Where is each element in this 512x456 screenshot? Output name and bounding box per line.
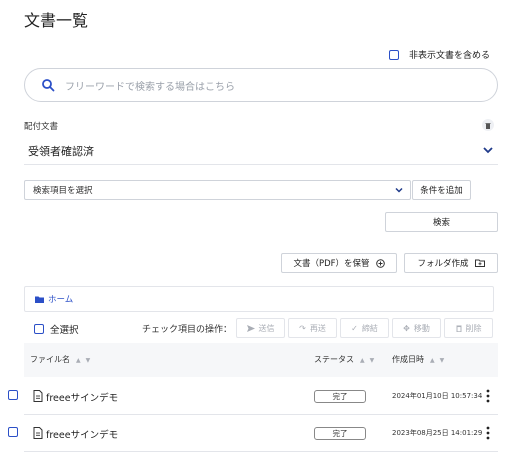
document-icon: [33, 427, 43, 439]
table-row[interactable]: freeeサインデモ 完了 2024年01月10日 10:57:34: [0, 378, 512, 414]
send-icon: [246, 324, 255, 332]
col-created-label: 作成日時: [392, 355, 424, 364]
col-filename-label: ファイル名: [30, 355, 70, 364]
conclude-button[interactable]: ✓ 締結: [340, 318, 389, 338]
status-filter-value[interactable]: 受領者確認済: [28, 143, 94, 159]
folder-plus-icon: [474, 259, 485, 267]
sort-icon[interactable]: ▲▼: [76, 357, 95, 364]
col-status-label: ステータス: [314, 355, 354, 364]
col-filename[interactable]: ファイル名 ▲▼: [30, 354, 95, 365]
more-vert-icon[interactable]: [485, 388, 491, 404]
chevron-down-icon[interactable]: [482, 144, 494, 156]
distributed-docs-label: 配付文書: [24, 122, 59, 132]
chevron-down-icon: [395, 187, 403, 193]
move-icon: ✥: [403, 323, 410, 333]
resend-label: 再送: [309, 323, 326, 333]
breadcrumb: ホーム: [24, 286, 494, 312]
checkbox-icon[interactable]: [34, 324, 44, 334]
file-name[interactable]: freeeサインデモ: [46, 390, 118, 404]
delete-button[interactable]: 削除: [444, 318, 493, 338]
row-checkbox[interactable]: [8, 427, 18, 437]
table-header: ファイル名 ▲▼ ステータス ▲▼ 作成日時 ▲▼: [24, 343, 498, 377]
col-status[interactable]: ステータス ▲▼: [314, 354, 379, 365]
search-button[interactable]: 検索: [385, 212, 498, 232]
save-pdf-button[interactable]: 文書（PDF）を保管: [281, 253, 397, 273]
create-folder-label: フォルダ作成: [417, 259, 469, 269]
search-input[interactable]: フリーワードで検索する場合はこちら: [24, 68, 498, 102]
send-button[interactable]: 送信: [236, 318, 285, 338]
breadcrumb-home[interactable]: ホーム: [48, 293, 73, 305]
conclude-label: 締結: [361, 323, 378, 333]
move-label: 移動: [413, 323, 430, 333]
status-badge: 完了: [314, 427, 366, 440]
checkbox-icon[interactable]: [388, 49, 399, 60]
search-field-select-label: 検索項目を選択: [33, 186, 93, 196]
move-button[interactable]: ✥ 移動: [392, 318, 441, 338]
created-date: 2023年08月25日 14:01:29: [392, 429, 483, 437]
search-placeholder: フリーワードで検索する場合はこちら: [65, 81, 235, 93]
status-badge: 完了: [314, 390, 366, 403]
trash-icon: [456, 325, 461, 332]
search-field-select[interactable]: 検索項目を選択: [24, 180, 411, 200]
created-date: 2024年01月10日 10:57:34: [392, 392, 483, 400]
plus-circle-icon: [375, 258, 385, 268]
show-hidden-checkbox[interactable]: 非表示文書を含める: [388, 48, 490, 61]
delete-label: 削除: [465, 323, 482, 333]
page-title: 文書一覧: [24, 11, 89, 30]
resend-button[interactable]: ↷ 再送: [288, 318, 337, 338]
send-label: 送信: [258, 323, 275, 333]
bulk-ops-label: チェック項目の操作：: [142, 325, 233, 335]
redo-icon: ↷: [299, 323, 306, 333]
trash-icon[interactable]: [482, 119, 494, 131]
divider: [24, 164, 498, 165]
file-name[interactable]: freeeサインデモ: [46, 427, 118, 441]
more-vert-icon[interactable]: [485, 425, 491, 441]
table-row[interactable]: freeeサインデモ 完了 2023年08月25日 14:01:29: [0, 415, 512, 451]
document-icon: [33, 390, 43, 402]
create-folder-button[interactable]: フォルダ作成: [404, 253, 498, 273]
show-hidden-label: 非表示文書を含める: [408, 51, 490, 61]
bulk-action-toolbar: 全選択 チェック項目の操作： 送信 ↷ 再送 ✓ 締結 ✥ 移動 削除: [34, 318, 494, 338]
search-icon: [42, 79, 55, 92]
col-created[interactable]: 作成日時 ▲▼: [392, 354, 449, 365]
select-all-checkbox[interactable]: 全選択: [34, 322, 79, 336]
save-pdf-label: 文書（PDF）を保管: [293, 259, 370, 269]
sort-icon[interactable]: ▲▼: [430, 357, 449, 364]
select-all-label: 全選択: [50, 325, 79, 336]
folder-icon: [35, 296, 44, 303]
sort-icon[interactable]: ▲▼: [360, 357, 379, 364]
divider: [24, 451, 498, 452]
check-icon: ✓: [351, 323, 358, 333]
row-checkbox[interactable]: [8, 390, 18, 400]
add-condition-button[interactable]: 条件を追加: [412, 180, 471, 200]
